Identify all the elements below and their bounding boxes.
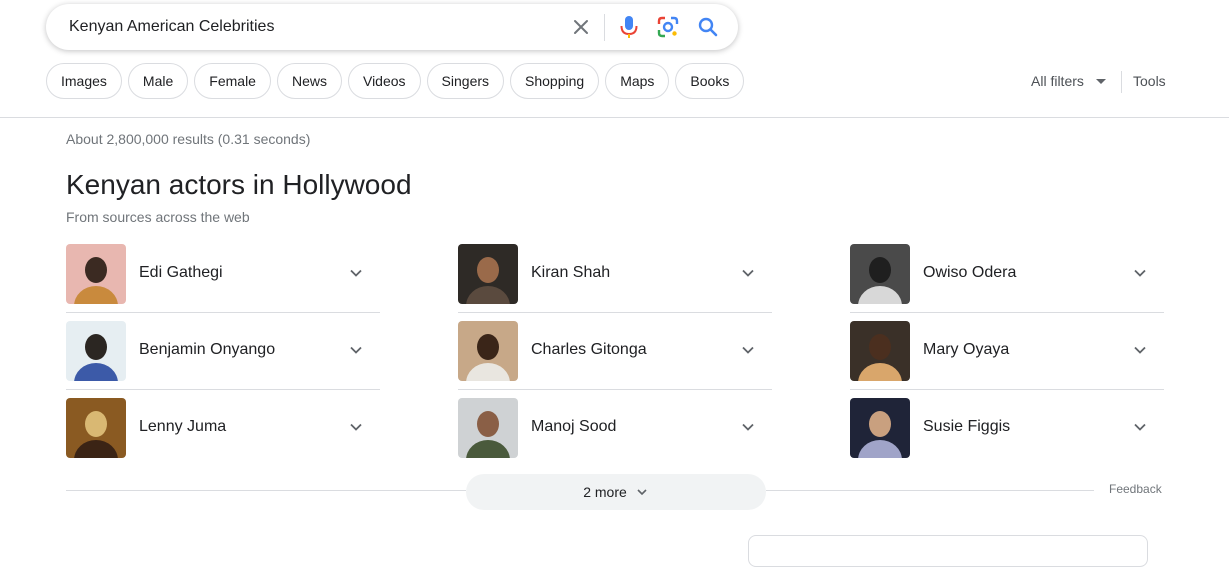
person-item[interactable]: Susie Figgis	[850, 398, 1164, 475]
edge-fragment: :	[0, 20, 2, 34]
person-item[interactable]: Edi Gathegi	[66, 244, 380, 321]
chip-maps[interactable]: Maps	[605, 63, 670, 99]
show-more-button[interactable]: 2 more	[466, 474, 766, 510]
chip-female[interactable]: Female	[194, 63, 271, 99]
section-title: Kenyan actors in Hollywood	[66, 169, 412, 200]
chevron-down-icon[interactable]	[740, 342, 756, 358]
person-item[interactable]: Charles Gitonga	[458, 321, 772, 398]
chip-male[interactable]: Male	[127, 63, 189, 99]
section-subtitle: From sources across the web	[66, 209, 250, 225]
chevron-down-icon[interactable]	[348, 265, 364, 281]
chip-singers[interactable]: Singers	[426, 63, 505, 99]
person-photo	[66, 244, 126, 304]
person-item[interactable]: Manoj Sood	[458, 398, 772, 475]
row-divider	[66, 312, 380, 313]
search-divider	[604, 14, 605, 41]
person-name: Lenny Juma	[139, 418, 227, 435]
chevron-down-icon	[637, 489, 647, 496]
search-box	[46, 4, 738, 50]
person-photo	[458, 321, 518, 381]
chevron-down-icon[interactable]	[348, 419, 364, 435]
next-card	[748, 535, 1148, 567]
show-more-label: 2 more	[583, 484, 627, 500]
person-photo	[458, 244, 518, 304]
row-divider	[458, 312, 772, 313]
chevron-down-icon[interactable]	[348, 342, 364, 358]
person-photo	[850, 244, 910, 304]
row-divider	[850, 389, 1164, 390]
chevron-down-icon[interactable]	[1132, 265, 1148, 281]
more-divider-right	[766, 490, 1094, 491]
chevron-down-icon[interactable]	[1132, 419, 1148, 435]
lens-icon[interactable]	[656, 15, 680, 39]
person-item[interactable]: Kiran Shah	[458, 244, 772, 321]
person-photo	[458, 398, 518, 458]
person-name: Kiran Shah	[531, 264, 611, 281]
row-divider	[850, 312, 1164, 313]
person-item[interactable]: Mary Oyaya	[850, 321, 1164, 398]
person-item[interactable]: Owiso Odera	[850, 244, 1164, 321]
person-photo	[850, 321, 910, 381]
person-photo	[66, 398, 126, 458]
all-filters-button[interactable]: All filters	[1031, 73, 1106, 89]
chip-news[interactable]: News	[276, 63, 342, 99]
chevron-down-icon[interactable]	[1132, 342, 1148, 358]
feedback-link[interactable]: Feedback	[1109, 482, 1162, 496]
person-photo	[66, 321, 126, 381]
caret-down-icon	[1095, 78, 1106, 84]
row-divider	[458, 389, 772, 390]
search-input[interactable]	[67, 17, 551, 37]
person-name: Susie Figgis	[923, 418, 1011, 435]
search-icon[interactable]	[696, 15, 720, 39]
person-name: Owiso Odera	[923, 264, 1017, 281]
person-name: Benjamin Onyango	[139, 341, 276, 358]
row-divider	[66, 389, 380, 390]
person-item[interactable]: Benjamin Onyango	[66, 321, 380, 398]
header-divider	[0, 117, 1229, 118]
result-stats: About 2,800,000 results (0.31 seconds)	[66, 131, 311, 147]
clear-icon[interactable]	[569, 15, 593, 39]
chip-images[interactable]: Images	[46, 63, 122, 99]
filter-chips: Images Male Female News Videos Singers S…	[46, 63, 745, 101]
person-name: Edi Gathegi	[139, 264, 223, 281]
tools-button[interactable]: Tools	[1133, 73, 1166, 89]
chevron-down-icon[interactable]	[740, 419, 756, 435]
person-photo	[850, 398, 910, 458]
all-filters-label: All filters	[1031, 73, 1084, 89]
tools-divider	[1121, 71, 1122, 93]
chevron-down-icon[interactable]	[740, 265, 756, 281]
person-name: Charles Gitonga	[531, 341, 647, 358]
person-item[interactable]: Lenny Juma	[66, 398, 380, 475]
chip-shopping[interactable]: Shopping	[510, 63, 600, 99]
person-name: Mary Oyaya	[923, 341, 1010, 358]
more-divider-left	[66, 490, 466, 491]
person-name: Manoj Sood	[531, 418, 617, 435]
mic-icon[interactable]	[617, 14, 641, 40]
chip-videos[interactable]: Videos	[347, 63, 421, 99]
chip-books[interactable]: Books	[675, 63, 745, 99]
